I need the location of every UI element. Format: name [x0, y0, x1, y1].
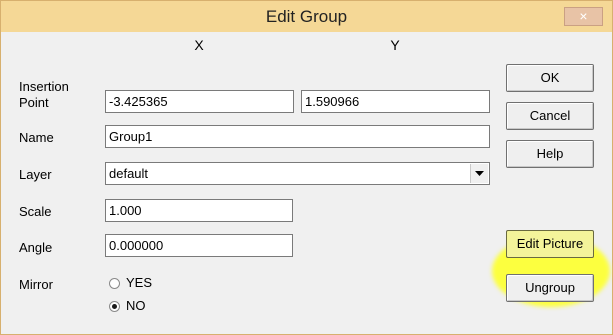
scale-input[interactable]: 1.000	[105, 199, 293, 222]
radio-selected-dot	[112, 304, 117, 309]
ok-button[interactable]: OK	[506, 64, 594, 92]
radio-yes-circle[interactable]	[109, 278, 120, 289]
layer-label: Layer	[19, 167, 52, 182]
help-button[interactable]: Help	[506, 140, 594, 168]
column-header-x: X	[194, 37, 204, 53]
ungroup-button[interactable]: Ungroup	[506, 274, 594, 302]
dropdown-button[interactable]	[470, 164, 488, 183]
close-icon: ×	[579, 8, 588, 24]
name-input[interactable]: Group1	[105, 125, 490, 148]
mirror-yes-label: YES	[126, 275, 153, 290]
insertion-x-input[interactable]: -3.425365	[105, 90, 294, 113]
insertion-y-input[interactable]: 1.590966	[301, 90, 490, 113]
angle-label: Angle	[19, 240, 53, 255]
title-bar[interactable]: Edit Group ×	[1, 1, 612, 32]
mirror-no-label: NO	[126, 298, 146, 313]
radio-no-circle[interactable]	[109, 301, 120, 312]
angle-input[interactable]: 0.000000	[105, 234, 293, 257]
mirror-no-radio[interactable]: NO	[109, 297, 169, 315]
edit-group-dialog: Edit Group × X Y Insertion Point -3.4253…	[0, 0, 613, 335]
scale-label: Scale	[19, 204, 52, 219]
layer-select[interactable]: default	[105, 162, 490, 185]
mirror-label: Mirror	[19, 277, 53, 292]
close-button[interactable]: ×	[564, 7, 603, 26]
layer-selected-value: default	[109, 166, 149, 181]
insertion-label-line2: Point	[19, 95, 49, 110]
dialog-body: X Y Insertion Point -3.425365 1.590966 N…	[9, 32, 610, 326]
name-label: Name	[19, 130, 54, 145]
dialog-title: Edit Group	[265, 7, 348, 26]
chevron-down-icon	[475, 171, 484, 176]
mirror-yes-radio[interactable]: YES	[109, 274, 169, 292]
column-header-y: Y	[390, 37, 400, 53]
insertion-label-line1: Insertion	[19, 79, 69, 94]
cancel-button[interactable]: Cancel	[506, 102, 594, 130]
edit-picture-button[interactable]: Edit Picture	[506, 230, 594, 258]
